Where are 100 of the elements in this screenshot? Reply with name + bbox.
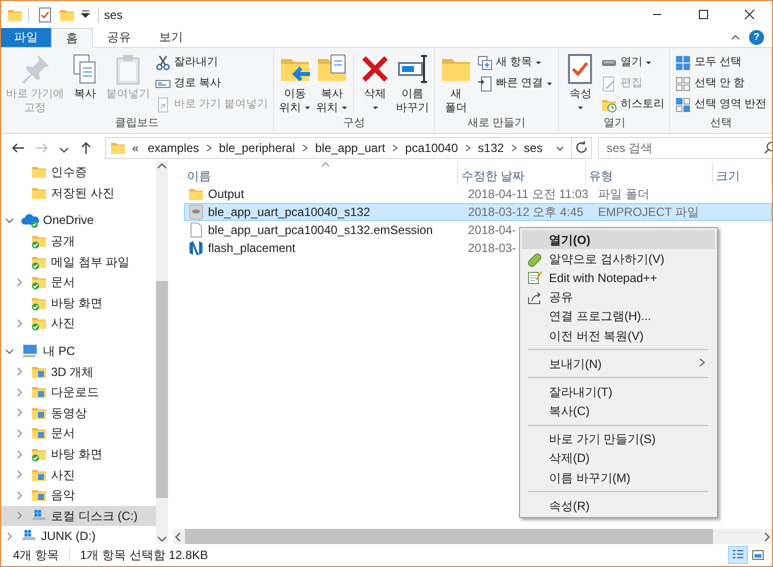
selection-info: 1개 항목 선택함 12.8KB	[80, 547, 208, 564]
file-row[interactable]: ble_app_uart_pca10040_s132 2018-03-12 오후 4:45 EMPROJECT 파일	[184, 203, 772, 221]
properties-icon	[37, 6, 53, 22]
scrollbar-thumb[interactable]	[185, 529, 713, 544]
share-icon	[527, 290, 543, 306]
select-all-icon	[675, 54, 692, 70]
ribbon-button[interactable]: 열기	[599, 52, 666, 73]
modified-date: 2018-03-12 오후 4:45	[468, 205, 584, 219]
breadcrumb-link[interactable]: ble_app_uart	[312, 138, 388, 156]
nav-item[interactable]: 내 PC	[1, 340, 156, 362]
ribbon-button[interactable]: 모두 선택	[673, 52, 768, 73]
customize-button[interactable]	[78, 10, 93, 19]
ribbon-button[interactable]: 삭제	[357, 50, 394, 111]
file-name: Output	[208, 186, 244, 203]
nav-item[interactable]: 바탕 화면	[1, 292, 156, 314]
ribbon-button[interactable]: 속성	[562, 50, 598, 111]
ribbon-button[interactable]: 빠른 연결	[475, 73, 556, 94]
menu-item[interactable]: 잘라내기(T)	[522, 382, 715, 402]
menu-item[interactable]: 삭제(D)	[522, 448, 715, 468]
menu-item[interactable]: 열기(O)	[522, 230, 715, 250]
large-icons-view-icon	[751, 548, 765, 562]
close-icon	[744, 9, 754, 20]
document-arrow-icon	[477, 76, 494, 92]
overflow-button[interactable]: «	[129, 138, 142, 156]
nav-item[interactable]: JUNK (D:)	[1, 526, 156, 544]
help-button[interactable]: ?	[749, 30, 764, 45]
folder-icon	[188, 186, 204, 202]
modified-date: 2018-04-11 오전 11:03	[468, 187, 588, 201]
nav-item[interactable]: 공개	[1, 230, 156, 252]
ribbon-button[interactable]: 잘라내기	[153, 52, 270, 73]
ribbon-button[interactable]: 이름 바꾸기	[394, 50, 432, 116]
ribbon-button[interactable]: 선택 영역 반전	[673, 94, 768, 115]
search-input[interactable]: ses 검색	[604, 138, 764, 158]
ribbon-button[interactable]: 선택 안 함	[673, 73, 768, 94]
menu-item[interactable]: 공유	[522, 288, 715, 307]
ribbon-tab[interactable]: 파일	[1, 28, 51, 47]
group-label: 구성	[342, 116, 366, 131]
column-header[interactable]: 이름	[184, 161, 458, 185]
caret-icon	[372, 104, 379, 111]
nav-item[interactable]: 인수증	[1, 162, 156, 183]
scroll-left-icon	[173, 532, 183, 542]
ribbon-button[interactable]: 새 항목	[475, 52, 556, 73]
menu-item[interactable]: Edit with Notepad++	[522, 268, 715, 288]
address-bar[interactable]: « examples ble_peripheral ble_app_uart pca10040 s132 ses	[105, 136, 592, 158]
ribbon-button[interactable]: 경로 복사	[153, 73, 270, 94]
nav-item[interactable]: 사진	[1, 313, 156, 334]
nav-item[interactable]: OneDrive	[1, 210, 156, 231]
nav-item[interactable]: 다운로드	[1, 382, 156, 403]
menu-item[interactable]: 보내기(N)	[522, 354, 715, 374]
nav-item[interactable]: 문서	[1, 272, 156, 293]
nav-item[interactable]: 문서	[1, 423, 156, 444]
column-header[interactable]: 유형	[586, 161, 712, 185]
nav-item[interactable]: 바탕 화면	[1, 444, 156, 464]
notepad-icon	[527, 270, 543, 286]
nav-item[interactable]: 동영상	[1, 402, 156, 424]
breadcrumb-link[interactable]: s132	[474, 138, 507, 156]
select-none-icon	[675, 76, 692, 92]
caret-icon	[304, 104, 312, 112]
menu-item[interactable]: 연결 프로그램(H)...	[522, 306, 715, 326]
breadcrumb-link[interactable]: examples	[144, 138, 202, 156]
item-count: 4개 항목	[13, 547, 60, 564]
breadcrumb-link[interactable]: ble_peripheral	[216, 138, 298, 156]
synced-folder-icon	[31, 274, 47, 290]
breadcrumb-link[interactable]: pca10040	[402, 138, 461, 156]
scroll-right-icon	[762, 532, 772, 542]
ribbon-button[interactable]: 히스토리	[599, 94, 666, 115]
column-header[interactable]: 크기	[713, 161, 771, 185]
edit-icon	[601, 76, 618, 92]
scrollbar-thumb[interactable]	[156, 281, 168, 498]
menu-item[interactable]: 이름 바꾸기(M)	[522, 468, 715, 488]
nav-item[interactable]: 3D 개체	[1, 361, 156, 382]
ribbon-tab[interactable]: 홈	[51, 28, 93, 48]
menu-item[interactable]: 이전 버전 복원(V)	[522, 326, 715, 346]
maximize-icon	[698, 9, 708, 20]
menu-item[interactable]: 알약으로 검사하기(V)	[522, 249, 715, 268]
search-field[interactable]: ses 검색	[598, 136, 772, 158]
folder-icon	[31, 164, 47, 180]
nav-item[interactable]: 메일 첨부 파일	[1, 251, 156, 272]
caret-icon	[535, 59, 542, 66]
folder-icon	[31, 425, 47, 442]
ribbon-button[interactable]: 복사	[67, 50, 104, 102]
breadcrumb-link[interactable]: ses	[520, 138, 546, 156]
column-header[interactable]: 수정한 날짜	[458, 161, 585, 185]
nav-item[interactable]: 사진	[1, 464, 156, 485]
ribbon-button[interactable]: 복사 위치	[314, 50, 350, 116]
menu-item[interactable]: 바로 가기 만들기(S)	[522, 430, 715, 449]
menu-item[interactable]: 복사(C)	[522, 402, 715, 421]
group-label: 클립보드	[114, 116, 160, 131]
caret-icon	[645, 59, 652, 66]
nav-item[interactable]: 로컬 디스크 (C:)	[1, 506, 156, 526]
ribbon-button[interactable]: 이동 위치	[277, 50, 314, 116]
menu-item[interactable]: 속성(R)	[522, 496, 715, 516]
file-name: ble_app_uart_pca10040_s132	[208, 204, 370, 221]
nav-item[interactable]: 저장된 사진	[1, 182, 156, 204]
ribbon-button[interactable]: 새 폴더	[438, 50, 474, 116]
ribbon-tab[interactable]: 보기	[145, 28, 197, 47]
ribbon-tab[interactable]: 공유	[93, 28, 145, 47]
file-row[interactable]: Output 2018-04-11 오전 11:03 파일 폴더	[184, 185, 726, 203]
details-view-button[interactable]	[728, 546, 748, 564]
nav-item[interactable]: 음악	[1, 484, 156, 506]
